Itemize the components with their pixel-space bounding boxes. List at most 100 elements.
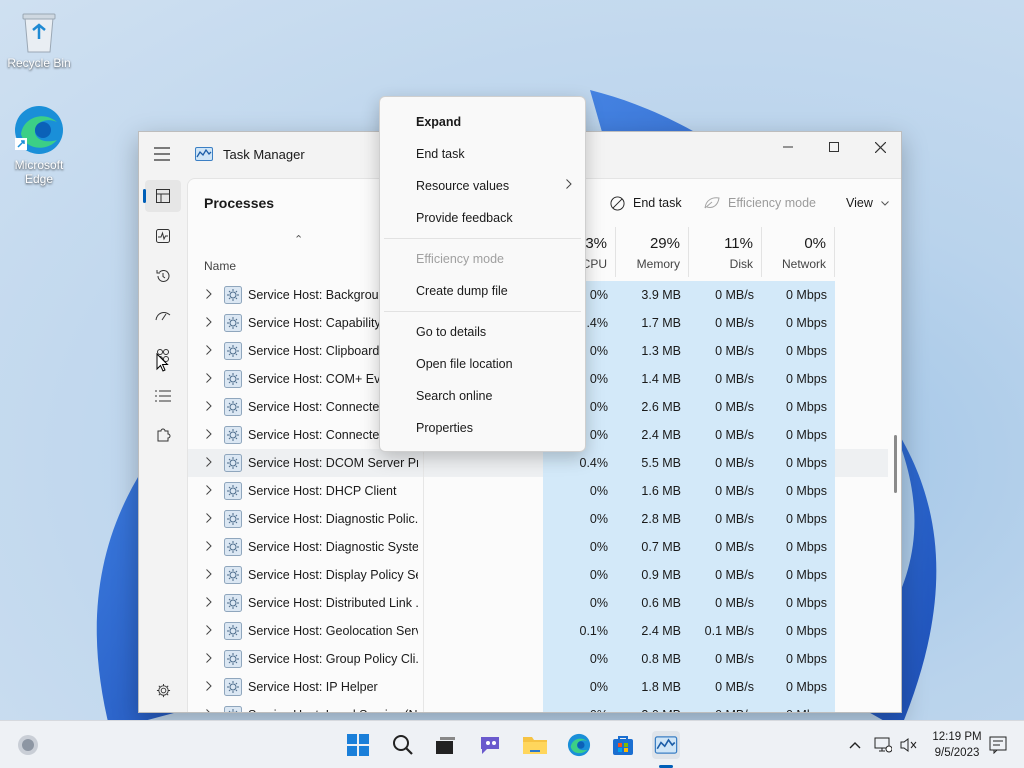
nav-performance[interactable] bbox=[145, 220, 181, 252]
chevron-right-icon[interactable] bbox=[206, 401, 212, 411]
service-gear-icon bbox=[224, 426, 242, 444]
memory-cell: 2.4 MB bbox=[616, 617, 689, 645]
table-row[interactable]: Service Host: Distributed Link ... 0% 0.6 … bbox=[188, 589, 888, 617]
cpu-cell: 0.1% bbox=[543, 617, 616, 645]
process-name: Service Host: DHCP Client bbox=[248, 484, 397, 498]
table-row[interactable]: Service Host: Local Service (N... 0%2.0 M… bbox=[188, 701, 888, 713]
sort-up-icon[interactable]: ⌃ bbox=[294, 233, 303, 246]
nav-app-history[interactable] bbox=[145, 260, 181, 292]
table-row[interactable]: Service Host: IP Helper 0% 1.8 MB 0 MB/s 0 M… bbox=[188, 673, 888, 701]
menu-item-provide-feedback[interactable]: Provide feedback bbox=[416, 211, 513, 225]
chevron-right-icon[interactable] bbox=[206, 429, 212, 439]
recycle-bin-label: Recycle Bin bbox=[7, 56, 71, 70]
table-row[interactable]: Service Host: Geolocation Serv... 0.1% 2.4… bbox=[188, 617, 888, 645]
edge-label-line2: Edge bbox=[24, 172, 54, 186]
task-manager-taskbar-button[interactable] bbox=[652, 731, 680, 759]
efficiency-mode-button[interactable]: Efficiency mode bbox=[704, 193, 816, 213]
maximize-button[interactable] bbox=[811, 132, 857, 162]
menu-item-search-online[interactable]: Search online bbox=[416, 389, 492, 403]
network-status-button[interactable] bbox=[869, 731, 897, 759]
menu-item-end-task[interactable]: End task bbox=[416, 147, 465, 161]
task-manager-icon bbox=[654, 736, 678, 754]
chevron-right-icon[interactable] bbox=[206, 485, 212, 495]
process-name: Service Host: Geolocation Serv... bbox=[248, 624, 418, 638]
chevron-right-icon[interactable] bbox=[206, 289, 212, 299]
view-dropdown[interactable]: View bbox=[846, 193, 889, 213]
settings-gear-icon bbox=[156, 683, 170, 697]
chevron-right-icon[interactable] bbox=[206, 625, 212, 635]
chevron-right-icon[interactable] bbox=[206, 457, 212, 467]
clock-date: 9/5/2023 bbox=[934, 747, 980, 759]
chevron-right-icon[interactable] bbox=[206, 373, 212, 383]
status-cell bbox=[423, 645, 543, 673]
chevron-right-icon[interactable] bbox=[206, 681, 212, 691]
volume-muted-icon bbox=[900, 738, 917, 752]
menu-item-properties[interactable]: Properties bbox=[416, 421, 473, 435]
chevron-right-icon[interactable] bbox=[206, 709, 212, 713]
store-button[interactable] bbox=[609, 731, 637, 759]
menu-item-resource-values[interactable]: Resource values bbox=[416, 179, 509, 193]
menu-item-expand[interactable]: Expand bbox=[416, 115, 461, 129]
end-task-button[interactable]: End task bbox=[610, 193, 682, 213]
file-explorer-button[interactable] bbox=[521, 731, 549, 759]
notifications-button[interactable] bbox=[984, 731, 1012, 759]
table-row[interactable]: Service Host: Display Policy Se... 0% 0.9 … bbox=[188, 561, 888, 589]
chevron-right-icon[interactable] bbox=[206, 513, 212, 523]
minimize-icon bbox=[783, 146, 793, 148]
network-icon bbox=[874, 737, 892, 753]
service-gear-icon bbox=[224, 678, 242, 696]
network-cell: 0 Mbps bbox=[762, 281, 835, 309]
nav-startup-apps[interactable] bbox=[145, 300, 181, 332]
table-row[interactable]: Service Host: Group Policy Cli... 0% 0.8 M… bbox=[188, 645, 888, 673]
column-header-memory[interactable]: 29% Memory bbox=[616, 227, 689, 277]
network-cell: 0 Mbps bbox=[762, 589, 835, 617]
nav-details[interactable] bbox=[145, 380, 181, 412]
chevron-right-icon[interactable] bbox=[206, 317, 212, 327]
process-name: Service Host: Group Policy Cli... bbox=[248, 652, 418, 666]
menu-item-go-to-details[interactable]: Go to details bbox=[416, 325, 486, 339]
column-header-disk[interactable]: 11% Disk bbox=[689, 227, 762, 277]
menu-separator bbox=[384, 238, 581, 239]
column-header-name[interactable]: Name bbox=[204, 259, 236, 273]
chat-button[interactable] bbox=[476, 731, 504, 759]
desktop-icon-recycle-bin[interactable]: Recycle Bin bbox=[1, 10, 77, 70]
disk-cell: 0 MB/s bbox=[689, 309, 762, 337]
hamburger-menu-icon[interactable] bbox=[153, 146, 171, 162]
volume-button[interactable] bbox=[895, 731, 923, 759]
table-row[interactable]: Service Host: Diagnostic Polic... 0% 2.8 M… bbox=[188, 505, 888, 533]
show-hidden-icons-button[interactable] bbox=[841, 731, 869, 759]
table-row[interactable]: Service Host: DCOM Server Pr... 0.4% 5.5 M… bbox=[188, 449, 888, 477]
system-clock[interactable]: 12:19 PM 9/5/2023 bbox=[926, 729, 988, 761]
chevron-right-icon[interactable] bbox=[206, 541, 212, 551]
nav-settings[interactable] bbox=[145, 674, 181, 706]
weather-widget[interactable] bbox=[14, 731, 42, 759]
start-button[interactable] bbox=[344, 731, 372, 759]
service-gear-icon bbox=[224, 566, 242, 584]
memory-cell: 3.9 MB bbox=[616, 281, 689, 309]
menu-item-open-file-location[interactable]: Open file location bbox=[416, 357, 513, 371]
menu-item-create-dump-file[interactable]: Create dump file bbox=[416, 284, 508, 298]
desktop-icon-edge[interactable]: Microsoft Edge bbox=[1, 104, 77, 186]
network-cell: 0 Mbps bbox=[762, 477, 835, 505]
minimize-button[interactable] bbox=[765, 132, 811, 162]
edge-button[interactable] bbox=[565, 731, 593, 759]
close-button[interactable] bbox=[857, 132, 901, 162]
table-row[interactable]: Service Host: Diagnostic Syste... 0% 0.7 M… bbox=[188, 533, 888, 561]
chevron-right-icon[interactable] bbox=[206, 653, 212, 663]
memory-cell: 2.4 MB bbox=[616, 421, 689, 449]
chevron-right-icon[interactable] bbox=[206, 569, 212, 579]
scrollbar-thumb[interactable] bbox=[894, 435, 897, 493]
network-cell: 0 Mbps bbox=[762, 533, 835, 561]
chevron-right-icon[interactable] bbox=[206, 597, 212, 607]
network-label: Network bbox=[781, 257, 826, 271]
column-header-network[interactable]: 0% Network bbox=[762, 227, 835, 277]
nav-services[interactable] bbox=[145, 420, 181, 452]
disk-cell: 0 MB/s bbox=[689, 505, 762, 533]
service-gear-icon bbox=[224, 538, 242, 556]
nav-processes[interactable] bbox=[143, 180, 181, 212]
table-row[interactable]: Service Host: DHCP Client 0% 1.6 MB 0 MB/s 0… bbox=[188, 477, 888, 505]
menu-item-efficiency-mode[interactable]: Efficiency mode bbox=[416, 252, 504, 266]
search-button[interactable] bbox=[389, 731, 417, 759]
chevron-right-icon[interactable] bbox=[206, 345, 212, 355]
task-view-button[interactable] bbox=[431, 731, 459, 759]
